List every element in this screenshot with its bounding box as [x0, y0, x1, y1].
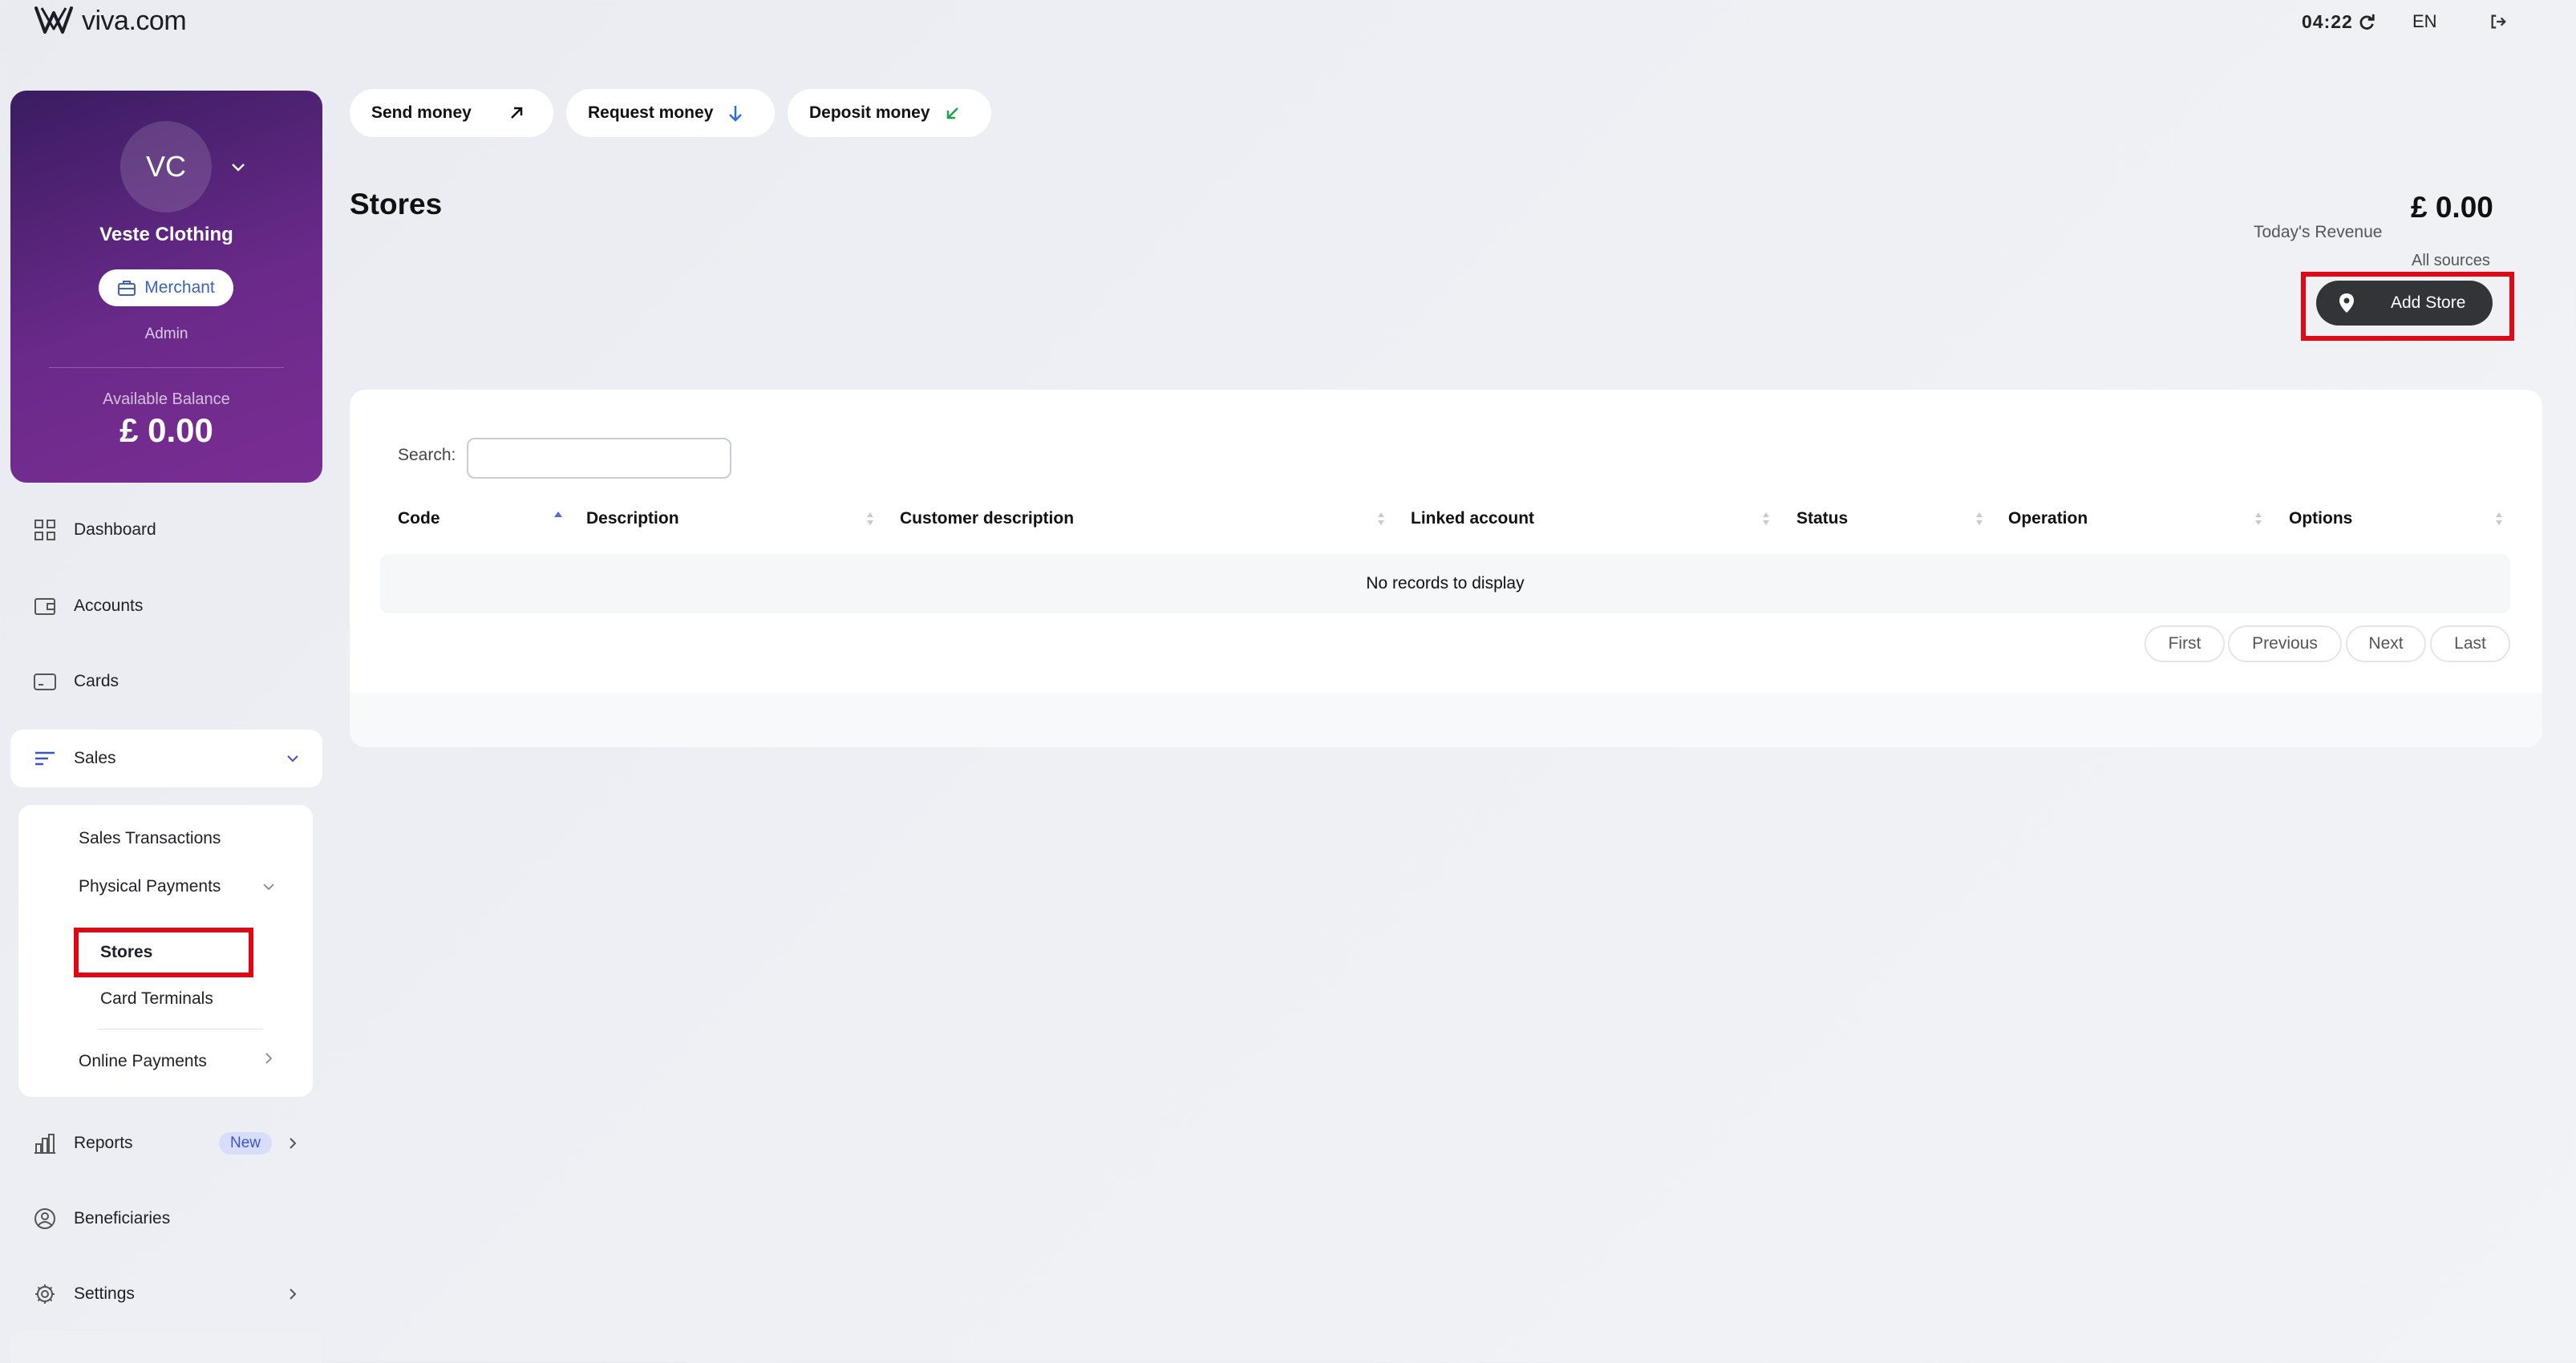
refresh-icon[interactable]: [2358, 14, 2376, 31]
arrow-down-icon: [729, 106, 742, 122]
send-money-label: Send money: [371, 103, 472, 122]
sort-icon[interactable]: [1974, 509, 1985, 528]
bar-chart-icon: [34, 1134, 55, 1154]
merchant-badge[interactable]: Merchant: [99, 269, 233, 306]
card-icon: [34, 673, 56, 690]
sidebar-item-sales[interactable]: Sales: [10, 730, 322, 787]
deposit-money-label: Deposit money: [809, 103, 930, 122]
submenu-sales-transactions[interactable]: Sales Transactions: [79, 829, 221, 848]
table-card-footer: [350, 693, 2542, 747]
column-header-linked-account[interactable]: Linked account: [1411, 509, 1534, 528]
session-clock: 04:22: [2302, 11, 2353, 32]
balance-label: Available Balance: [103, 390, 230, 408]
chevron-right-icon[interactable]: [262, 1052, 275, 1065]
grid-icon: [34, 520, 55, 540]
session-timer: 04:22: [2302, 11, 2376, 33]
search-label: Search:: [398, 446, 456, 464]
sidebar-item-label: Accounts: [74, 597, 144, 615]
sidebar-item-label: Settings: [74, 1284, 135, 1303]
wallet-icon: [34, 598, 55, 615]
avatar-initials: VC: [145, 150, 186, 183]
request-money-button[interactable]: Request money: [566, 89, 775, 137]
empty-message: No records to display: [1366, 574, 1525, 593]
merchant-badge-label: Merchant: [144, 278, 215, 297]
add-store-button[interactable]: Add Store: [2316, 281, 2493, 326]
gear-icon: [35, 1284, 55, 1304]
column-header-options[interactable]: Options: [2289, 509, 2352, 528]
sidebar-item-beneficiaries[interactable]: Beneficiaries: [10, 1190, 322, 1248]
profile-card: VC Veste Clothing Merchant Admin Availab…: [10, 91, 322, 483]
user-role: Admin: [144, 326, 188, 342]
stores-highlight: [74, 928, 253, 977]
submenu-card-terminals[interactable]: Card Terminals: [100, 989, 213, 1009]
arrow-up-right-icon: [511, 107, 523, 119]
sidebar-item-settings[interactable]: Settings: [10, 1265, 322, 1323]
submenu-physical-payments[interactable]: Physical Payments: [79, 877, 221, 896]
sidebar-item-reports[interactable]: Reports New: [10, 1114, 322, 1172]
viva-logo[interactable]: viva.com: [34, 5, 187, 37]
pager-last-button[interactable]: Last: [2430, 625, 2510, 662]
send-money-button[interactable]: Send money: [350, 89, 553, 137]
sort-ascending-icon[interactable]: [553, 509, 564, 528]
sidebar-item-label: Sales: [74, 749, 116, 767]
avatar[interactable]: VC: [120, 121, 212, 212]
column-header-customer-description[interactable]: Customer description: [900, 509, 1074, 528]
search-input[interactable]: [467, 438, 731, 479]
chevron-right-icon: [290, 1288, 297, 1300]
merchant-name: Veste Clothing: [99, 224, 233, 245]
revenue-value: £ 0.00: [2411, 191, 2493, 224]
revenue-sources[interactable]: All sources: [2412, 252, 2490, 270]
balance-value: £ 0.00: [119, 411, 213, 449]
language-selector[interactable]: EN: [2412, 11, 2437, 32]
sort-icon[interactable]: [865, 509, 876, 528]
sidebar-item-dashboard[interactable]: Dashboard: [10, 501, 322, 559]
page-title: Stores: [350, 188, 443, 220]
pager-previous-button[interactable]: Previous: [2228, 625, 2342, 662]
column-header-code[interactable]: Code: [398, 509, 440, 528]
logo-text: viva.com: [82, 5, 187, 36]
divider: [49, 367, 284, 368]
sort-icon[interactable]: [1760, 509, 1772, 528]
sidebar-item-label: Beneficiaries: [74, 1209, 171, 1228]
chevron-right-icon: [290, 1138, 297, 1149]
map-pin-icon: [2339, 293, 2354, 313]
sidebar-item-label: Dashboard: [74, 520, 156, 539]
deposit-money-button[interactable]: Deposit money: [788, 89, 991, 137]
pager-next-button[interactable]: Next: [2346, 625, 2426, 662]
submenu-online-payments[interactable]: Online Payments: [79, 1052, 207, 1071]
sidebar-item-accounts[interactable]: Accounts: [10, 577, 322, 635]
table-empty-row: No records to display: [380, 554, 2510, 613]
column-header-operation[interactable]: Operation: [2008, 509, 2088, 528]
sidebar-item-cards[interactable]: Cards: [10, 653, 322, 710]
user-circle-icon: [34, 1208, 55, 1229]
new-badge: New: [219, 1132, 273, 1155]
sort-icon[interactable]: [2493, 509, 2505, 528]
chevron-down-icon[interactable]: [229, 158, 248, 177]
sidebar-footer: [10, 1331, 322, 1363]
arrow-down-left-icon: [946, 107, 958, 119]
sidebar-item-label: Reports: [74, 1134, 133, 1152]
chevron-down-icon[interactable]: [262, 880, 275, 893]
column-header-status[interactable]: Status: [1796, 509, 1848, 528]
sidebar-item-label: Cards: [74, 672, 119, 690]
list-icon: [35, 751, 55, 766]
sort-icon[interactable]: [2253, 509, 2264, 528]
column-header-description[interactable]: Description: [586, 509, 679, 528]
chevron-down-icon: [287, 755, 298, 762]
add-store-label: Add Store: [2391, 293, 2466, 312]
revenue-label: Today's Revenue: [2254, 223, 2383, 241]
sort-icon[interactable]: [1375, 509, 1387, 528]
pager-first-button[interactable]: First: [2145, 625, 2225, 662]
briefcase-icon: [118, 281, 136, 296]
logout-icon[interactable]: [2489, 13, 2507, 30]
request-money-label: Request money: [588, 103, 714, 122]
viva-logo-icon: [34, 6, 73, 34]
